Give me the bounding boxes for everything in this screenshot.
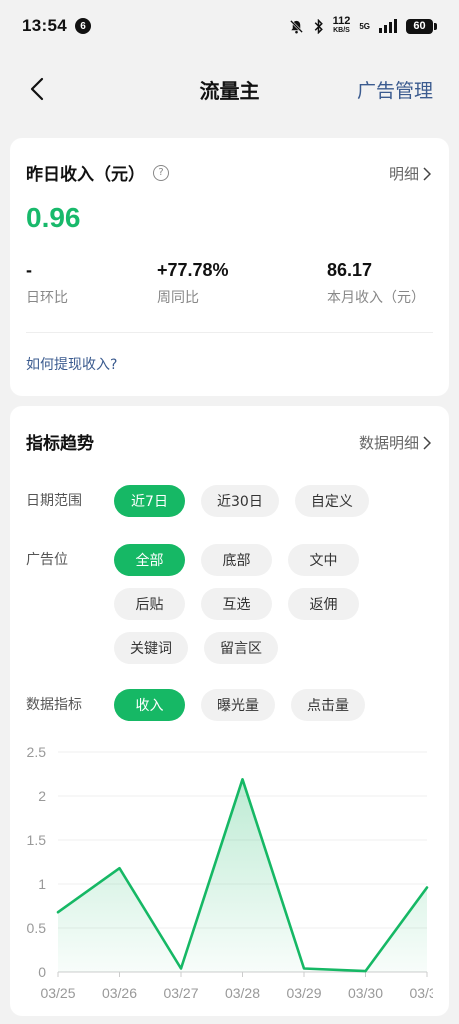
series-area bbox=[58, 779, 427, 972]
ad-position-chip-4[interactable]: 互选 bbox=[201, 588, 272, 620]
ad-position-chip-5[interactable]: 返佣 bbox=[288, 588, 359, 620]
x-tick-label: 03/28 bbox=[225, 985, 260, 1001]
chevron-left-icon bbox=[30, 77, 44, 101]
data-point[interactable] bbox=[177, 964, 185, 972]
metric-chip-0[interactable]: 收入 bbox=[114, 689, 185, 721]
data-point[interactable] bbox=[362, 967, 370, 975]
ad-position-chip-1[interactable]: 底部 bbox=[201, 544, 272, 576]
back-button[interactable] bbox=[22, 74, 52, 104]
date-range-chip-1[interactable]: 近30日 bbox=[201, 485, 279, 517]
metric-chip-2[interactable]: 点击量 bbox=[291, 689, 365, 721]
data-point[interactable] bbox=[116, 864, 124, 872]
x-tick-label: 03/26 bbox=[102, 985, 137, 1001]
x-tick-label: 03/31 bbox=[409, 985, 433, 1001]
status-icons: 112 KB/S 5G 60 bbox=[289, 15, 437, 35]
trend-header: 指标趋势 bbox=[26, 429, 94, 454]
date-range-chip-0[interactable]: 近7日 bbox=[114, 485, 185, 517]
battery-icon: 60 bbox=[406, 18, 437, 34]
data-detail-link[interactable]: 数据明细 bbox=[359, 432, 431, 453]
x-tick-label: 03/27 bbox=[163, 985, 198, 1001]
ad-position-chip-7[interactable]: 留言区 bbox=[204, 632, 278, 664]
y-tick-label: 0.5 bbox=[27, 920, 47, 936]
nav-bar: 流量主 广告管理 bbox=[0, 62, 459, 116]
data-point[interactable] bbox=[300, 964, 308, 972]
ad-position-options: 全部 底部 文中后贴 互选 返佣关键词 留言区 bbox=[114, 544, 444, 664]
help-icon[interactable]: ? bbox=[153, 164, 169, 181]
chevron-right-icon bbox=[423, 166, 431, 181]
chevron-right-icon bbox=[423, 435, 431, 450]
ad-position-chip-0[interactable]: 全部 bbox=[114, 544, 185, 576]
y-tick-label: 0 bbox=[38, 964, 46, 980]
data-point[interactable] bbox=[423, 884, 431, 892]
status-bar: 13:54 6 112 KB/S 5G 60 bbox=[0, 0, 459, 52]
ad-position-chip-6[interactable]: 关键词 bbox=[114, 632, 188, 664]
yesterday-income-value: 0.96 bbox=[26, 202, 81, 233]
divider bbox=[26, 332, 433, 333]
trend-title: 指标趋势 bbox=[26, 434, 94, 454]
battery-level: 60 bbox=[406, 18, 433, 34]
trend-chart: 0 0.5 1 1.5 2 2.5 03/25 03/26 03/27 03/28 03/29 03/… bbox=[27, 744, 433, 1001]
ad-position-chip-3[interactable]: 后贴 bbox=[114, 588, 185, 620]
mute-bell-icon bbox=[289, 19, 303, 33]
income-header: 昨日收入（元） ? bbox=[26, 160, 169, 185]
x-tick-label: 03/30 bbox=[348, 985, 383, 1001]
data-point[interactable] bbox=[54, 908, 62, 916]
stat-week-over-week: +77.78% 周同比 bbox=[157, 260, 229, 306]
date-range-options: 近7日 近30日 自定义 bbox=[114, 485, 444, 517]
trend-card: 指标趋势 数据明细 日期范围 近7日 近30日 自定义 广告位 全部 底部 文中后贴 互选… bbox=[10, 406, 449, 1016]
y-tick-label: 1.5 bbox=[27, 832, 47, 848]
metric-filter: 数据指标 收入 曝光量 点击量 bbox=[26, 689, 444, 721]
notification-badge: 6 bbox=[74, 18, 91, 34]
date-range-filter: 日期范围 近7日 近30日 自定义 bbox=[26, 485, 444, 517]
metric-chip-1[interactable]: 曝光量 bbox=[201, 689, 275, 721]
income-card: 昨日收入（元） ? 明细 0.96 - 日环比 +77.78% 周同比 86.1… bbox=[10, 138, 449, 396]
network-speed: 112 KB/S bbox=[332, 15, 351, 35]
x-tick-label: 03/25 bbox=[40, 985, 75, 1001]
x-tick-label: 03/29 bbox=[286, 985, 321, 1001]
date-range-label: 日期范围 bbox=[26, 493, 82, 509]
status-time: 13:54 bbox=[22, 16, 67, 35]
signal-icon bbox=[379, 19, 397, 33]
y-tick-label: 2.5 bbox=[27, 744, 47, 760]
ad-position-label: 广告位 bbox=[26, 552, 68, 568]
income-detail-link[interactable]: 明细 bbox=[389, 163, 431, 184]
data-point[interactable] bbox=[239, 775, 247, 783]
income-title: 昨日收入（元） bbox=[26, 165, 145, 185]
y-tick-label: 2 bbox=[38, 788, 46, 804]
stat-month-income: 86.17 本月收入（元） bbox=[327, 260, 425, 306]
page-title: 流量主 bbox=[199, 78, 260, 103]
withdraw-help-link[interactable]: 如何提现收入? bbox=[26, 354, 117, 374]
metric-label: 数据指标 bbox=[26, 697, 82, 713]
network-type: 5G bbox=[359, 21, 370, 31]
date-range-chip-2[interactable]: 自定义 bbox=[294, 485, 369, 517]
ad-position-chip-2[interactable]: 文中 bbox=[288, 544, 359, 576]
ad-management-link[interactable]: 广告管理 bbox=[357, 76, 433, 103]
ad-position-filter: 广告位 全部 底部 文中后贴 互选 返佣关键词 留言区 bbox=[26, 544, 444, 664]
metric-options: 收入 曝光量 点击量 bbox=[114, 689, 444, 721]
y-tick-label: 1 bbox=[38, 876, 46, 892]
bluetooth-icon bbox=[314, 18, 323, 34]
stat-day-over-day: - 日环比 bbox=[26, 260, 68, 306]
